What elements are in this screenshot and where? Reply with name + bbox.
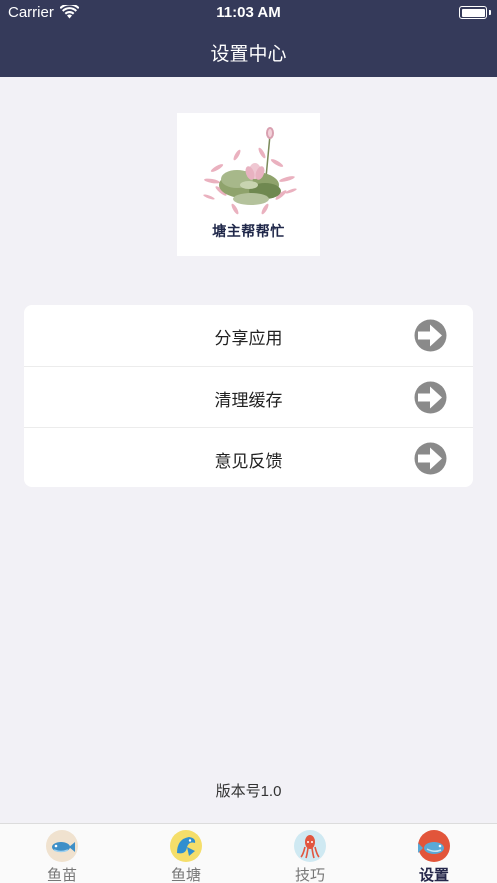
settings-menu: 分享应用 清理缓存 意见反馈 <box>24 305 473 487</box>
navigation-bar: 设置中心 <box>0 26 497 77</box>
fish-pond-icon <box>170 830 202 862</box>
tab-settings-label: 设置 <box>418 867 449 883</box>
squid-tips-icon <box>294 830 326 862</box>
status-bar: Carrier 11:03 AM <box>0 0 497 26</box>
page-title: 设置中心 <box>210 44 287 65</box>
version-label: 版本号1.0 <box>215 783 282 800</box>
share-app-row[interactable]: 分享应用 <box>24 305 473 366</box>
arrow-right-circle-icon <box>414 442 447 475</box>
settings-fish-icon <box>418 830 450 862</box>
battery-icon <box>459 6 491 19</box>
arrow-right-circle-icon <box>414 381 447 414</box>
tab-fish-pond[interactable]: 鱼塘 <box>124 824 248 883</box>
logo-text: 塘主帮帮忙 <box>212 224 285 240</box>
clear-cache-row[interactable]: 清理缓存 <box>24 366 473 427</box>
feedback-row[interactable]: 意见反馈 <box>24 427 473 487</box>
tab-fish-pond-label: 鱼塘 <box>170 867 201 883</box>
fish-fry-icon <box>46 830 78 862</box>
app-logo: 塘主帮帮忙 <box>177 113 320 256</box>
tab-tips[interactable]: 技巧 <box>248 824 372 883</box>
tab-fish-fry-label: 鱼苗 <box>46 867 77 883</box>
feedback-label: 意见反馈 <box>214 452 283 471</box>
tab-bar: 鱼苗 鱼塘 技巧 设置 <box>0 823 497 883</box>
tab-fish-fry[interactable]: 鱼苗 <box>0 824 124 883</box>
tab-settings[interactable]: 设置 <box>372 824 496 883</box>
arrow-right-circle-icon <box>414 319 447 352</box>
status-time: 11:03 AM <box>216 4 281 21</box>
share-app-label: 分享应用 <box>214 329 283 348</box>
clear-cache-label: 清理缓存 <box>214 391 283 410</box>
tab-tips-label: 技巧 <box>294 867 325 883</box>
